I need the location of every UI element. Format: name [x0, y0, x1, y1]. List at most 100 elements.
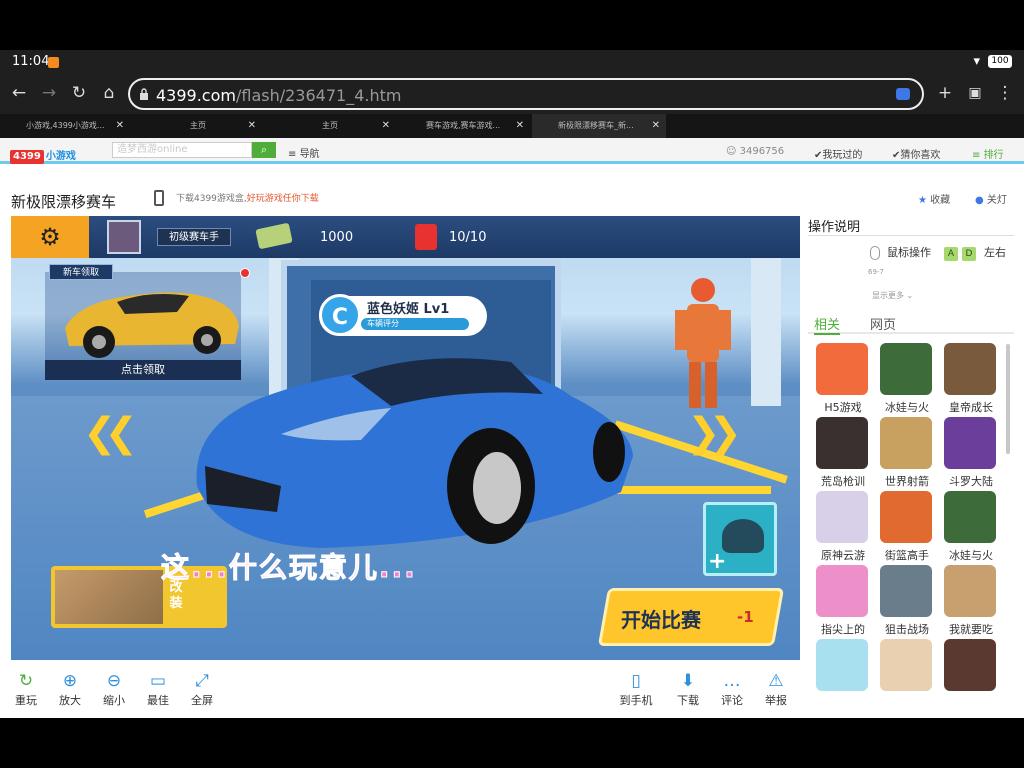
car-class-badge: C [319, 294, 361, 336]
clock: 11:04 [12, 54, 50, 69]
replay-button[interactable]: ↻ 重玩 [6, 670, 46, 708]
related-game-item[interactable]: 皇帝成长 [942, 343, 1000, 415]
arrow-right-icon[interactable]: ❯❯ [687, 410, 742, 456]
menu-icon[interactable]: ⋮ [994, 82, 1016, 104]
fullscreen-button[interactable]: ⤢ 全屏 [182, 670, 222, 708]
promo-highlight: 好玩游戏任你下载 [246, 194, 319, 204]
sidebar-toggle-icon[interactable]: ▣ [964, 82, 986, 104]
browser-tab[interactable]: 赛车游戏,赛车游戏... ✕ [400, 114, 530, 138]
user-id[interactable]: ☺ 3496756 [726, 146, 784, 157]
best-size-button[interactable]: ▭ 最佳 [138, 670, 178, 708]
game-thumbnail [944, 417, 996, 469]
related-game-item[interactable]: 指尖上的 [814, 565, 872, 637]
related-game-item[interactable] [814, 639, 872, 711]
to-phone-label: 到手机 [619, 694, 653, 707]
avatar[interactable] [107, 220, 141, 254]
report-label: 举报 [765, 694, 787, 707]
fuel-icon [415, 224, 437, 250]
likes-link[interactable]: ✔猜你喜欢 [892, 146, 940, 161]
nav-link[interactable]: ≡ 导航 [288, 145, 320, 160]
favorite-label: 收藏 [930, 195, 951, 206]
download-button[interactable]: ⬇ 下载 [668, 670, 708, 708]
game-thumbnail [880, 343, 932, 395]
start-race-label: 开始比赛 [621, 608, 701, 632]
report-button[interactable]: ⚠ 举报 [756, 670, 796, 708]
played-link[interactable]: ✔我玩过的 [814, 146, 862, 161]
related-game-item[interactable] [878, 639, 936, 711]
rank-link[interactable]: ≡ 排行 [972, 146, 1004, 161]
reload-icon[interactable]: ↻ [68, 82, 90, 104]
address-bar[interactable]: 4399.com/flash/236471_4.htm [128, 78, 924, 110]
favorite-button[interactable]: ★ 收藏 [918, 191, 950, 206]
browser-tab[interactable]: 小游戏,4399小游戏... ✕ [0, 114, 130, 138]
divider [808, 235, 1014, 236]
site-search-input[interactable]: 造梦西游online [112, 142, 252, 158]
browser-tab[interactable]: 主页 ✕ [132, 114, 262, 138]
back-icon[interactable]: ← [8, 82, 30, 104]
related-game-item[interactable]: 冰娃与火 [878, 343, 936, 415]
related-game-item[interactable]: 冰娃与火 [942, 491, 1000, 563]
browser-tab[interactable]: 主页 ✕ [266, 114, 396, 138]
zoom-out-label: 缩小 [103, 694, 125, 707]
new-car-tag: 新车领取 [49, 264, 113, 280]
browser-tab-active[interactable]: 新极限漂移赛车_新... ✕ [532, 114, 666, 138]
zoom-in-button[interactable]: ⊕ 放大 [50, 670, 90, 708]
close-icon[interactable]: ✕ [116, 114, 124, 138]
show-more-button[interactable]: 显示更多 ⌄ [872, 290, 913, 301]
game-label: H5游戏 [824, 401, 862, 414]
game-label: 指尖上的 [821, 623, 865, 636]
game-canvas[interactable]: ⚙ 初级赛车手 1000 10/10 新车领取 点击领取 ❮❮ ❯❯ C 蓝色妖… [11, 216, 800, 660]
related-game-item[interactable]: 狙击战场 [878, 565, 936, 637]
phone-icon: ▯ [631, 671, 641, 691]
fullscreen-icon: ⤢ [195, 671, 209, 691]
zoom-out-button[interactable]: ⊖ 缩小 [94, 670, 134, 708]
close-icon[interactable]: ✕ [652, 114, 660, 138]
new-tab-icon[interactable]: + [934, 82, 956, 104]
close-icon[interactable]: ✕ [516, 114, 524, 138]
related-game-item[interactable]: 世界射箭 [878, 417, 936, 489]
wifi-icon: ▾ [973, 54, 980, 69]
garage-pillar [751, 256, 781, 406]
related-game-item[interactable]: 我就要吃 [942, 565, 1000, 637]
comment-button[interactable]: … 评论 [712, 670, 752, 708]
related-game-item[interactable]: 斗罗大陆 [942, 417, 1000, 489]
lights-off-button[interactable]: ● 关灯 [975, 191, 1007, 206]
add-driver-button[interactable]: + [703, 502, 777, 576]
scrollbar[interactable] [1006, 344, 1010, 454]
settings-gear-icon[interactable]: ⚙ [11, 216, 89, 258]
tab-web[interactable]: 网页 [870, 314, 896, 333]
close-icon[interactable]: ✕ [382, 114, 390, 138]
promo-plain: 下载4399游戏盒, [176, 194, 247, 204]
game-label: 狙击战场 [885, 623, 929, 636]
tab-title: 新极限漂移赛车_新... [558, 121, 634, 130]
mechanic-figure [675, 278, 731, 408]
related-game-item[interactable]: 街篮高手 [878, 491, 936, 563]
monitor-icon: ▭ [149, 671, 167, 691]
tab-title: 小游戏,4399小游戏... [26, 121, 105, 130]
game-thumbnail [880, 639, 932, 691]
zoom-in-icon: ⊕ [62, 671, 78, 691]
tab-title: 赛车游戏,赛车游戏... [426, 121, 501, 130]
site-logo[interactable]: 4399 小游戏 [10, 144, 96, 164]
home-icon[interactable]: ⌂ [98, 82, 120, 104]
version-text: 69-7 [868, 268, 884, 276]
page-title: 新极限漂移赛车 [11, 193, 117, 211]
close-icon[interactable]: ✕ [248, 114, 256, 138]
search-icon[interactable]: ⌕ [252, 142, 276, 158]
comment-label: 评论 [721, 694, 743, 707]
forward-icon[interactable]: → [38, 82, 60, 104]
tab-related[interactable]: 相关 [814, 314, 841, 335]
key-d: D [962, 247, 976, 261]
related-game-item[interactable]: 原神云游 [814, 491, 872, 563]
browser-toolbar: ← → ↻ ⌂ 4399.com/flash/236471_4.htm + ▣ … [0, 74, 1024, 114]
arrow-left-icon[interactable]: ❮❮ [83, 410, 138, 456]
game-thumbnail [816, 491, 868, 543]
logo-text: 小游戏 [45, 151, 76, 162]
promo-text[interactable]: 下载4399游戏盒,好玩游戏任你下载 [176, 191, 319, 204]
related-game-item[interactable]: 荒岛枪训 [814, 417, 872, 489]
game-thumbnail [816, 417, 868, 469]
related-game-item[interactable] [942, 639, 1000, 711]
related-game-item[interactable]: H5游戏 [814, 343, 872, 415]
to-phone-button[interactable]: ▯ 到手机 [616, 670, 656, 708]
extension-icon[interactable] [896, 88, 910, 100]
